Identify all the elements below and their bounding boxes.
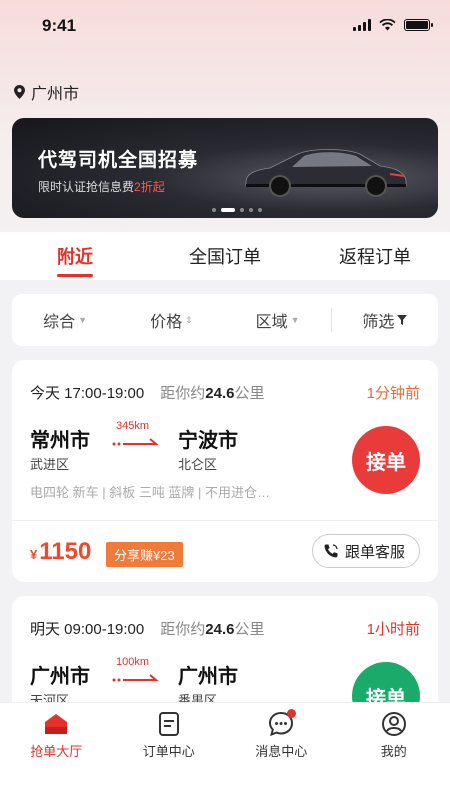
price-currency: ¥: [30, 547, 38, 562]
banner-title: 代驾司机全国招募: [38, 150, 199, 171]
from-city: 广州市: [30, 666, 90, 688]
distance-unit: 公里: [234, 621, 265, 638]
funnel-icon: [397, 315, 408, 325]
status-bar: 9:41: [0, 0, 450, 52]
location-pin-icon: [14, 85, 25, 99]
profile-icon: [381, 712, 406, 736]
nav-grab-hall-label: 抢单大厅: [30, 744, 83, 759]
share-earn-badge[interactable]: 分享赚¥23: [106, 542, 183, 567]
order-route: 广州市 天河区 100km 广州市 番禺区: [30, 656, 290, 708]
tab-nearby[interactable]: 附近: [0, 232, 150, 280]
status-time: 9:41: [42, 16, 77, 35]
status-icons: [353, 19, 433, 31]
distance-prefix: 距你约: [160, 621, 206, 638]
order-price: ¥1150: [30, 538, 91, 566]
from-city: 常州市: [30, 430, 90, 452]
to-city: 广州市: [178, 666, 238, 688]
distance-value: 24.6: [205, 621, 235, 638]
filter-bar: 综合 ▼ 价格 ⇕ 区域 ▼ 筛选: [12, 294, 438, 346]
wifi-icon: [379, 19, 396, 31]
nav-message-center[interactable]: 消息中心: [225, 703, 338, 800]
caret-down-icon: ▼: [78, 315, 88, 325]
nav-profile[interactable]: 我的: [338, 703, 450, 800]
cellular-signal-icon: [353, 19, 371, 31]
price-amount: 1150: [39, 538, 92, 565]
accept-order-button[interactable]: 接单: [352, 426, 420, 494]
banner-subtitle-text: 限时认证抢信息费: [38, 180, 135, 194]
filter-comprehensive[interactable]: 综合 ▼: [12, 308, 118, 332]
filter-price[interactable]: 价格 ⇕: [118, 308, 224, 332]
route-arrow-icon: [112, 674, 159, 682]
order-tabs: 附近 全国订单 返程订单: [0, 232, 450, 280]
order-route: 常州市 武进区 345km 宁波市 北仑区: [30, 420, 290, 472]
unread-badge: [287, 709, 296, 718]
bottom-nav: 抢单大厅 订单中心 消息中心 我的: [0, 702, 450, 800]
phone-icon: [324, 544, 338, 558]
recruit-banner[interactable]: 代驾司机全国招募 限时认证抢信息费2折起: [12, 118, 438, 218]
filter-comprehensive-label: 综合: [43, 314, 76, 331]
order-card[interactable]: 今天 17:00-19:00 距你约24.6公里 1分钟前 常州市 武进区 34…: [12, 360, 438, 582]
from-district: 武进区: [30, 457, 70, 472]
location-city: 广州市: [31, 86, 80, 103]
nav-grab-hall[interactable]: 抢单大厅: [0, 703, 113, 800]
tab-return-orders[interactable]: 返程订单: [300, 232, 450, 280]
order-distance: 距你约24.6公里: [160, 618, 264, 639]
order-time: 明天 09:00-19:00: [30, 621, 145, 638]
distance-prefix: 距你约: [160, 385, 206, 402]
banner-pagination: [212, 208, 262, 212]
order-list-icon: [158, 712, 179, 736]
route-distance: 345km: [116, 420, 150, 432]
car-image: [245, 149, 407, 197]
banner-highlight: 2折起: [134, 180, 165, 194]
sort-icon: ⇕: [185, 314, 193, 325]
order-posted-ago: 1分钟前: [366, 385, 420, 402]
order-meta: 今天 17:00-19:00 距你约24.6公里 1分钟前: [30, 382, 420, 403]
caret-down-icon: ▼: [290, 315, 300, 325]
to-district: 北仑区: [178, 457, 218, 472]
hall-icon: [45, 714, 68, 734]
nav-order-center[interactable]: 订单中心: [113, 703, 226, 800]
filter-area[interactable]: 区域 ▼: [225, 308, 331, 332]
location-selector[interactable]: 广州市: [14, 80, 79, 104]
nav-profile-label: 我的: [380, 744, 407, 759]
to-city: 宁波市: [178, 430, 238, 452]
nav-order-center-label: 订单中心: [142, 744, 195, 759]
tab-national-orders[interactable]: 全国订单: [150, 232, 300, 280]
order-distance: 距你约24.6公里: [160, 382, 264, 403]
filter-screen[interactable]: 筛选: [330, 308, 438, 332]
order-meta: 明天 09:00-19:00 距你约24.6公里 1小时前: [30, 618, 420, 639]
distance-unit: 公里: [234, 385, 265, 402]
filter-screen-label: 筛选: [362, 314, 395, 331]
card-divider: [12, 520, 438, 521]
customer-service-button[interactable]: 跟单客服: [311, 534, 420, 568]
route-arrow-icon: [112, 438, 159, 446]
distance-value: 24.6: [205, 385, 235, 402]
filter-price-label: 价格: [150, 314, 183, 331]
order-posted-ago: 1小时前: [366, 621, 420, 638]
banner-subtitle: 限时认证抢信息费2折起: [38, 178, 165, 195]
order-tags: 电四轮 新车 | 斜板 三吨 蓝牌 | 不用进仓…: [30, 485, 271, 500]
battery-icon: [404, 19, 433, 31]
order-time: 今天 17:00-19:00: [30, 385, 145, 402]
nav-message-center-label: 消息中心: [255, 744, 308, 759]
filter-area-label: 区域: [255, 314, 288, 331]
route-distance: 100km: [116, 656, 150, 668]
customer-service-label: 跟单客服: [344, 543, 405, 561]
